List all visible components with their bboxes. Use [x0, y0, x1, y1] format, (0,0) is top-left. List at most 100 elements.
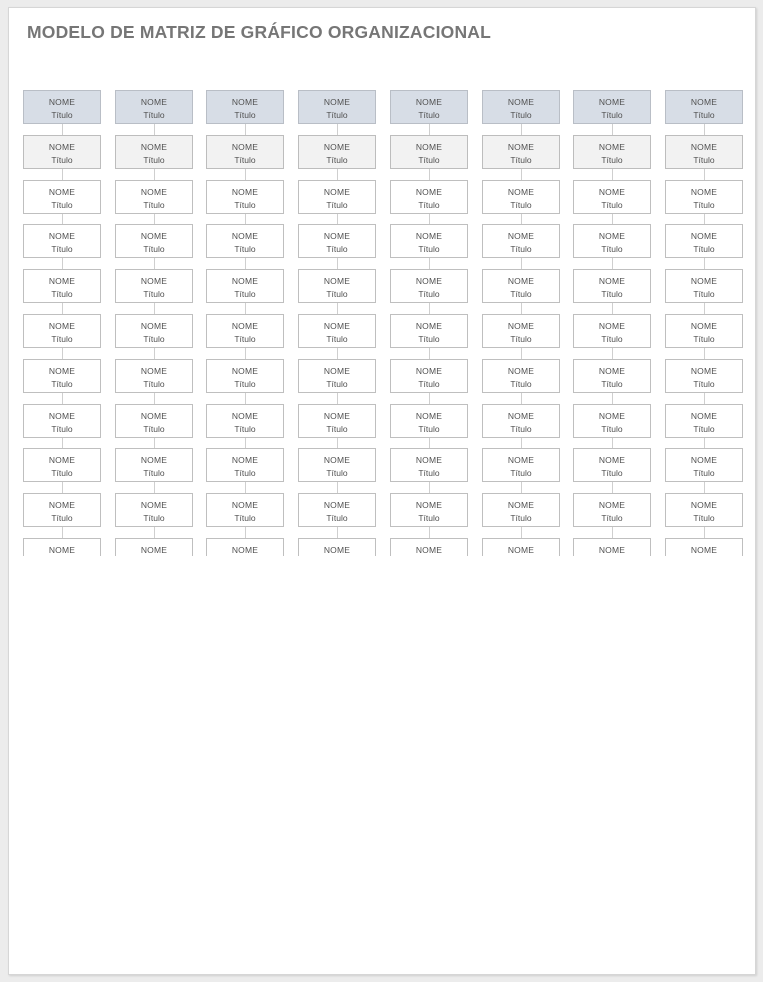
org-box-title[interactable]: Título	[299, 513, 375, 524]
org-box-r6-c3[interactable]: NOME Título	[206, 314, 284, 348]
org-box-title[interactable]: Título	[666, 424, 742, 435]
org-box-name[interactable]: NOME	[391, 366, 467, 377]
org-box-name[interactable]: NOME	[116, 366, 192, 377]
org-box-r2-c8[interactable]: NOME Título	[665, 135, 743, 169]
org-box-r8-c3[interactable]: NOME Título	[206, 404, 284, 438]
org-box-title[interactable]: Título	[116, 200, 192, 211]
org-box-name[interactable]: NOME	[24, 276, 100, 287]
org-box-name[interactable]: NOME	[24, 321, 100, 332]
org-box-name[interactable]: NOME	[483, 366, 559, 377]
org-box-title[interactable]: Título	[574, 334, 650, 345]
org-box-title[interactable]: Título	[391, 468, 467, 479]
org-box-r3-c3[interactable]: NOME Título	[206, 180, 284, 214]
org-box-name[interactable]: NOME	[207, 545, 283, 556]
org-box-r1-c5[interactable]: NOME Título	[390, 90, 468, 124]
org-box-r1-c7[interactable]: NOME Título	[573, 90, 651, 124]
org-box-title[interactable]: Título	[483, 424, 559, 435]
org-box-name[interactable]: NOME	[574, 97, 650, 108]
org-box-name[interactable]: NOME	[24, 500, 100, 511]
org-box-name[interactable]: NOME	[116, 187, 192, 198]
org-box-name[interactable]: NOME	[24, 545, 100, 556]
org-box-name[interactable]: NOME	[116, 321, 192, 332]
org-box-r1-c8[interactable]: NOME Título	[665, 90, 743, 124]
org-box-name[interactable]: NOME	[574, 321, 650, 332]
org-box-r10-c7[interactable]: NOME Título	[573, 493, 651, 527]
org-box-title[interactable]: Título	[391, 379, 467, 390]
org-box-r7-c8[interactable]: NOME Título	[665, 359, 743, 393]
org-box-title[interactable]: Título	[24, 379, 100, 390]
org-box-name[interactable]: NOME	[391, 411, 467, 422]
org-box-name[interactable]: NOME	[207, 187, 283, 198]
org-box-r4-c5[interactable]: NOME Título	[390, 224, 468, 258]
org-box-name[interactable]: NOME	[666, 142, 742, 153]
org-box-title[interactable]: Título	[391, 244, 467, 255]
org-box-r4-c7[interactable]: NOME Título	[573, 224, 651, 258]
org-box-r10-c1[interactable]: NOME Título	[23, 493, 101, 527]
org-box-name[interactable]: NOME	[391, 142, 467, 153]
org-box-r9-c8[interactable]: NOME Título	[665, 448, 743, 482]
org-box-r3-c4[interactable]: NOME Título	[298, 180, 376, 214]
org-box-title[interactable]: Título	[391, 155, 467, 166]
org-box-title[interactable]: Título	[391, 289, 467, 300]
org-box-title[interactable]: Título	[299, 200, 375, 211]
org-box-title[interactable]: Título	[24, 155, 100, 166]
org-box-name[interactable]: NOME	[666, 455, 742, 466]
org-box-r1-c2[interactable]: NOME Título	[115, 90, 193, 124]
org-box-title[interactable]: Título	[666, 289, 742, 300]
org-box-r3-c1[interactable]: NOME Título	[23, 180, 101, 214]
org-box-name[interactable]: NOME	[666, 545, 742, 556]
org-box-r8-c2[interactable]: NOME Título	[115, 404, 193, 438]
org-box-r3-c2[interactable]: NOME Título	[115, 180, 193, 214]
org-box-name[interactable]: NOME	[207, 455, 283, 466]
org-box-name[interactable]: NOME	[483, 187, 559, 198]
org-box-r2-c7[interactable]: NOME Título	[573, 135, 651, 169]
org-box-r3-c8[interactable]: NOME Título	[665, 180, 743, 214]
org-box-name[interactable]: NOME	[299, 545, 375, 556]
org-box-title[interactable]: Título	[24, 424, 100, 435]
org-box-title[interactable]: Título	[299, 468, 375, 479]
org-box-r1-c4[interactable]: NOME Título	[298, 90, 376, 124]
org-box-title[interactable]: Título	[666, 155, 742, 166]
org-box-r5-c3[interactable]: NOME Título	[206, 269, 284, 303]
org-box-r7-c6[interactable]: NOME Título	[482, 359, 560, 393]
org-box-title[interactable]: Título	[483, 468, 559, 479]
org-box-r1-c6[interactable]: NOME Título	[482, 90, 560, 124]
org-box-name[interactable]: NOME	[666, 411, 742, 422]
org-box-title[interactable]: Título	[574, 424, 650, 435]
org-box-r10-c4[interactable]: NOME Título	[298, 493, 376, 527]
org-box-title[interactable]: Título	[391, 110, 467, 121]
org-box-name[interactable]: NOME	[24, 455, 100, 466]
org-box-r1-c1[interactable]: NOME Título	[23, 90, 101, 124]
org-box-name[interactable]: NOME	[116, 455, 192, 466]
org-box-name[interactable]: NOME	[391, 321, 467, 332]
org-box-r8-c4[interactable]: NOME Título	[298, 404, 376, 438]
org-box-name[interactable]: NOME	[299, 366, 375, 377]
org-box-r11-c5[interactable]: NOMETítulo	[390, 538, 468, 556]
org-box-title[interactable]: Título	[24, 244, 100, 255]
org-box-r5-c1[interactable]: NOME Título	[23, 269, 101, 303]
org-box-name[interactable]: NOME	[24, 366, 100, 377]
org-box-name[interactable]: NOME	[483, 321, 559, 332]
org-box-r9-c6[interactable]: NOME Título	[482, 448, 560, 482]
org-box-title[interactable]: Título	[483, 334, 559, 345]
org-box-name[interactable]: NOME	[574, 500, 650, 511]
org-box-name[interactable]: NOME	[299, 97, 375, 108]
org-box-title[interactable]: Título	[391, 513, 467, 524]
org-box-title[interactable]: Título	[299, 244, 375, 255]
org-box-r6-c8[interactable]: NOME Título	[665, 314, 743, 348]
org-box-r6-c4[interactable]: NOME Título	[298, 314, 376, 348]
org-box-name[interactable]: NOME	[299, 455, 375, 466]
org-box-title[interactable]: Título	[483, 110, 559, 121]
org-box-title[interactable]: Título	[116, 289, 192, 300]
org-box-r4-c1[interactable]: NOME Título	[23, 224, 101, 258]
org-box-name[interactable]: NOME	[116, 97, 192, 108]
org-box-title[interactable]: Título	[116, 424, 192, 435]
org-box-r2-c2[interactable]: NOME Título	[115, 135, 193, 169]
org-box-title[interactable]: Título	[483, 244, 559, 255]
org-box-r4-c8[interactable]: NOME Título	[665, 224, 743, 258]
org-box-title[interactable]: Título	[24, 289, 100, 300]
org-box-name[interactable]: NOME	[391, 500, 467, 511]
org-box-r5-c7[interactable]: NOME Título	[573, 269, 651, 303]
org-box-title[interactable]: Título	[207, 110, 283, 121]
org-box-name[interactable]: NOME	[483, 545, 559, 556]
